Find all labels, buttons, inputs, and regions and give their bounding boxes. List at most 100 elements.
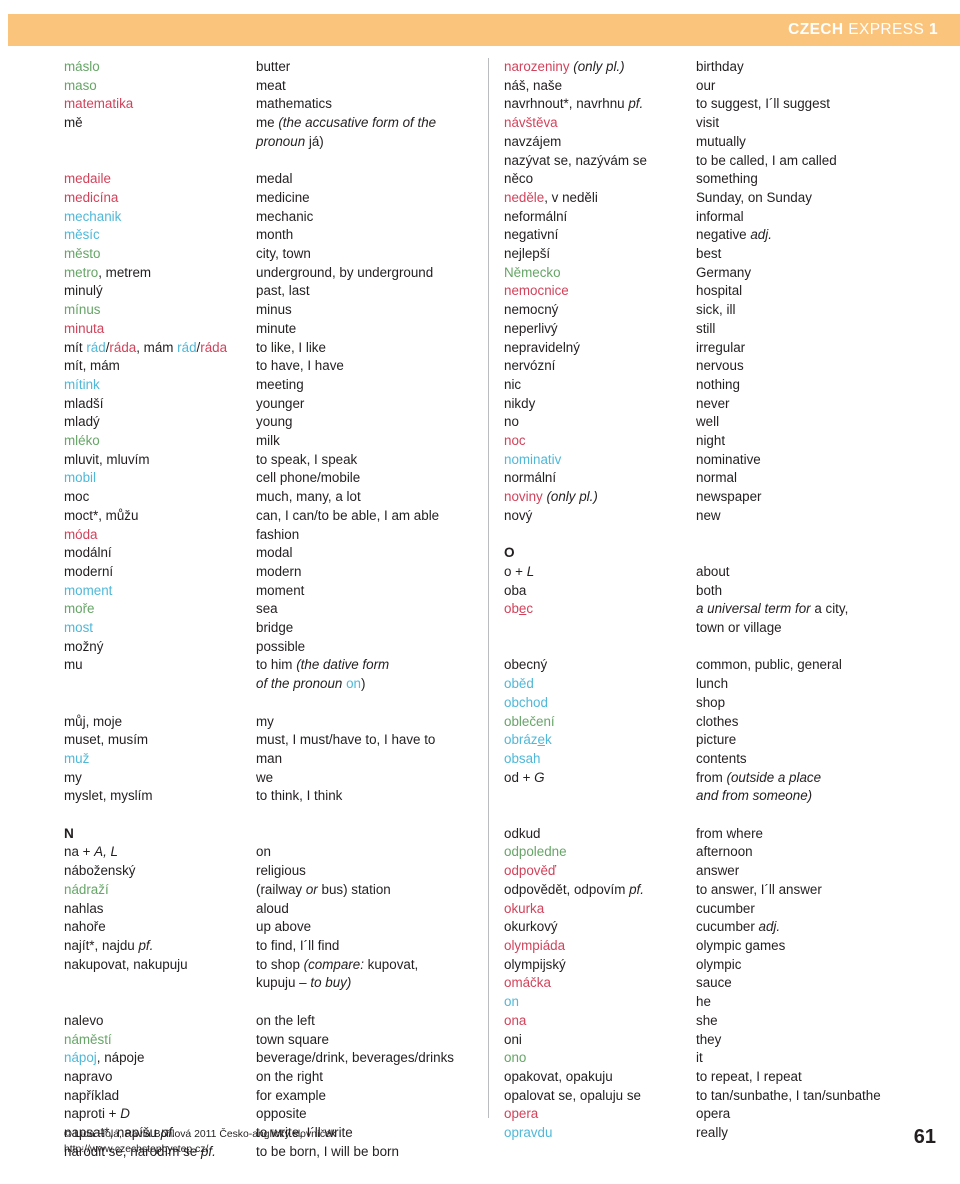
glossary-entry: mobil cell phone/mobile: [64, 469, 474, 488]
glossary-entry: negativní negative adj.: [504, 226, 916, 245]
header-band: CZECH EXPRESS 1: [8, 14, 960, 46]
glossary-entry: nahlas aloud: [64, 900, 474, 919]
glossary-entry: nahoře up above: [64, 918, 474, 937]
glossary-entry: odpověď answer: [504, 862, 916, 881]
glossary-entry: oběd lunch: [504, 675, 916, 694]
entry-term: narozeniny (only pl.): [504, 59, 625, 74]
entry-term: oni: [504, 1031, 522, 1047]
entry-term: obsah: [504, 750, 541, 766]
entry-translation: (railway or bus) station: [256, 881, 391, 897]
entry-term: metro, metrem: [64, 264, 152, 280]
entry-term: mít, mám: [64, 358, 120, 374]
glossary-entry: maso meat: [64, 77, 474, 96]
glossary-entry: mechanik mechanic: [64, 208, 474, 227]
entry-translation: to be called, I am called: [696, 152, 837, 168]
glossary-entry: odpovědět, odpovím pf. to answer, I´ll an…: [504, 881, 916, 900]
entry-translation: something: [696, 171, 758, 187]
entry-translation: we: [256, 769, 274, 785]
entry-translation: religious: [256, 863, 306, 879]
glossary-entry: oblečení clothes: [504, 713, 916, 732]
entry-translation: normal: [696, 470, 737, 486]
glossary-entry: o + L about: [504, 563, 916, 582]
entry-translation: past, last: [256, 283, 310, 299]
entry-term: mléko: [64, 433, 100, 449]
entry-term: mechanik: [64, 208, 122, 224]
glossary-entry: muž man: [64, 750, 474, 769]
entry-translation: underground, by underground: [256, 264, 434, 280]
entry-term: medaile: [64, 171, 111, 187]
glossary-entry: mu to him (the dative form of the pronoun …: [64, 656, 474, 693]
entry-term: mínus: [64, 302, 101, 318]
entry-term: náboženský: [64, 863, 136, 879]
entry-translation: on the left: [256, 1012, 315, 1028]
glossary-entry: moc much, many, a lot: [64, 488, 474, 507]
glossary-entry: obecný common, public, general: [504, 656, 916, 675]
entry-term: Německo: [504, 264, 561, 280]
entry-translation: butter: [256, 59, 291, 74]
glossary-entry: minulý past, last: [64, 282, 474, 301]
entry-translation: night: [696, 433, 726, 449]
entry-spacer: [504, 638, 916, 657]
brand-word-express: EXPRESS: [848, 21, 925, 38]
glossary-entry: něco something: [504, 170, 916, 189]
glossary-entry: nepravidelný irregular: [504, 339, 916, 358]
entry-term: neperlivý: [504, 320, 558, 336]
entry-translation: to find, I´ll find: [256, 938, 340, 953]
entry-translation: modal: [256, 545, 293, 561]
entry-term: nápoj, nápoje: [64, 1050, 145, 1066]
entry-term: máslo: [64, 59, 100, 74]
entry-translation: answer: [696, 863, 740, 879]
entry-translation: beverage/drink, beverages/drinks: [256, 1050, 454, 1066]
entry-term: on: [504, 994, 519, 1010]
entry-translation: they: [696, 1031, 722, 1047]
glossary-entry: nominativ nominative: [504, 451, 916, 470]
entry-spacer: [64, 152, 474, 171]
entry-term: muset, musím: [64, 732, 149, 748]
entry-spacer: [64, 694, 474, 713]
entry-term: nominativ: [504, 451, 562, 467]
right-column: narozeniny (only pl.) birthday náš, naše ou…: [504, 58, 916, 1140]
entry-translation: it: [696, 1050, 703, 1066]
entry-translation: contents: [696, 750, 747, 766]
entry-translation: to think, I think: [256, 788, 343, 804]
entry-term: most: [64, 620, 94, 636]
glossary-entry: metro, metrem underground, by underground: [64, 264, 474, 283]
entry-translation: to answer, I´ll answer: [696, 881, 822, 897]
glossary-entry: obrázek picture: [504, 731, 916, 750]
entry-term: noviny (only pl.): [504, 489, 598, 505]
entry-translation: milk: [256, 433, 280, 449]
entry-term: nahlas: [64, 900, 104, 916]
entry-term: nervózní: [504, 358, 556, 374]
entry-term: oblečení: [504, 713, 555, 729]
entry-spacer: [64, 806, 474, 825]
glossary-entry: okurkový cucumber adj.: [504, 918, 916, 937]
entry-translation: possible: [256, 638, 306, 654]
entry-translation: me (the accusative form of the pronoun já…: [256, 115, 437, 149]
entry-term: my: [64, 769, 82, 785]
glossary-entry: myslet, myslím to think, I think: [64, 787, 474, 806]
glossary-entry: nakupovat, nakupuju to shop (compare: kup…: [64, 956, 474, 993]
entry-term: mladší: [64, 395, 104, 411]
entry-term: obec: [504, 601, 534, 617]
website-url[interactable]: http://www.czechstepbystep.cz/: [64, 1143, 336, 1158]
glossary-entry: noc night: [504, 432, 916, 451]
entry-translation: town square: [256, 1031, 329, 1047]
entry-translation: to like, I like: [256, 339, 326, 355]
glossary-entry: olympiáda olympic games: [504, 937, 916, 956]
glossary-entry: náboženský religious: [64, 862, 474, 881]
glossary-entry: například for example: [64, 1087, 474, 1106]
entry-term: nepravidelný: [504, 339, 580, 355]
entry-translation: city, town: [256, 246, 311, 262]
entry-term: omáčka: [504, 975, 551, 991]
entry-translation: meat: [256, 77, 286, 93]
entry-translation: mechanic: [256, 208, 314, 224]
entry-translation: sick, ill: [696, 302, 736, 318]
entry-term: moře: [64, 601, 95, 617]
entry-term: nikdy: [504, 395, 536, 411]
entry-term: neformální: [504, 208, 568, 224]
entry-term: móda: [64, 526, 98, 542]
entry-term: myslet, myslím: [64, 788, 153, 804]
entry-term: okurka: [504, 900, 545, 916]
entry-translation: picture: [696, 732, 737, 748]
entry-term: nejlepší: [504, 246, 551, 262]
